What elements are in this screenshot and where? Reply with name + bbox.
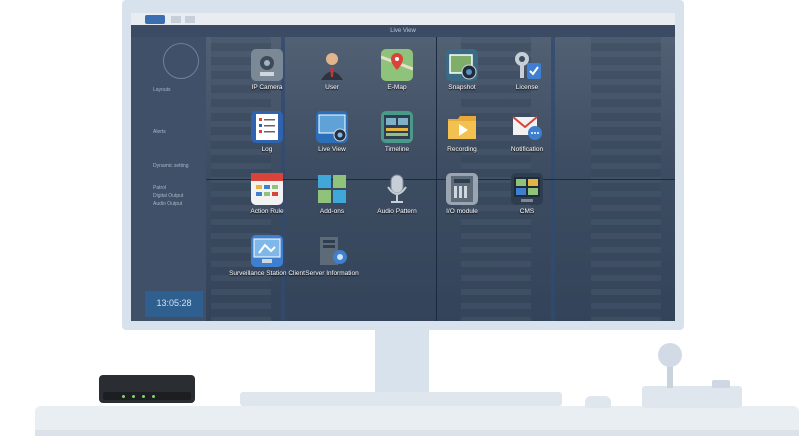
e-map-icon [380, 49, 414, 81]
app-server-information[interactable]: Server Information [292, 235, 372, 278]
log-icon [251, 111, 283, 143]
sidebar-item-alerts[interactable]: Alerts [153, 129, 166, 135]
nvr-led [122, 395, 125, 398]
server-information-icon [316, 235, 348, 267]
cms-icon [511, 173, 543, 205]
live-view-icon [316, 111, 348, 143]
ptz-control-icon[interactable] [163, 43, 199, 79]
nvr-led [142, 395, 145, 398]
sidebar-item-patrol[interactable]: Patrol [153, 185, 166, 191]
nvr-front-panel [103, 392, 191, 400]
snapshot-icon [446, 49, 478, 81]
screen: Live View Layouts Alerts Dynamic setting… [131, 13, 675, 321]
mouse [585, 396, 611, 408]
license-icon [511, 49, 543, 81]
app-label: License [515, 84, 539, 91]
keyboard [240, 392, 562, 406]
joystick-knob [658, 343, 682, 367]
taskbar-tab[interactable] [171, 16, 181, 23]
nvr-led [132, 395, 135, 398]
io-module-icon [446, 173, 478, 205]
app-label: Notification [510, 146, 544, 153]
monitor-stand [375, 322, 429, 392]
app-label: Server Information [305, 270, 359, 277]
add-ons-icon [316, 173, 348, 205]
app-license[interactable]: License [487, 49, 567, 92]
window-title: Live View [390, 28, 416, 34]
joystick-button [712, 380, 730, 388]
action-rule-icon [251, 173, 283, 205]
sidebar-item-dynamic-setting[interactable]: Dynamic setting [153, 163, 189, 169]
sidebar-item-layouts[interactable]: Layouts [153, 87, 171, 93]
joystick-base [642, 386, 742, 408]
sidebar-item-digital-output[interactable]: Digital Output [153, 193, 183, 199]
app-label: CMS [519, 208, 535, 215]
surveillance-client-icon [251, 235, 283, 267]
main-menu-button[interactable] [145, 15, 165, 24]
sidebar [131, 37, 206, 321]
ip-camera-icon [251, 49, 283, 81]
desk-edge [35, 430, 799, 436]
nvr-led [152, 395, 155, 398]
timeline-icon [381, 111, 413, 143]
taskbar [131, 13, 675, 25]
clock-time: 13:05:28 [156, 298, 192, 308]
user-icon [316, 49, 348, 81]
audio-pattern-icon [381, 173, 413, 205]
taskbar-tab[interactable] [185, 16, 195, 23]
recording-icon [446, 111, 478, 143]
sidebar-item-audio-output[interactable]: Audio Output [153, 201, 182, 207]
notification-icon [511, 111, 543, 143]
app-cms[interactable]: CMS [487, 173, 567, 216]
app-notification[interactable]: Notification [487, 111, 567, 154]
